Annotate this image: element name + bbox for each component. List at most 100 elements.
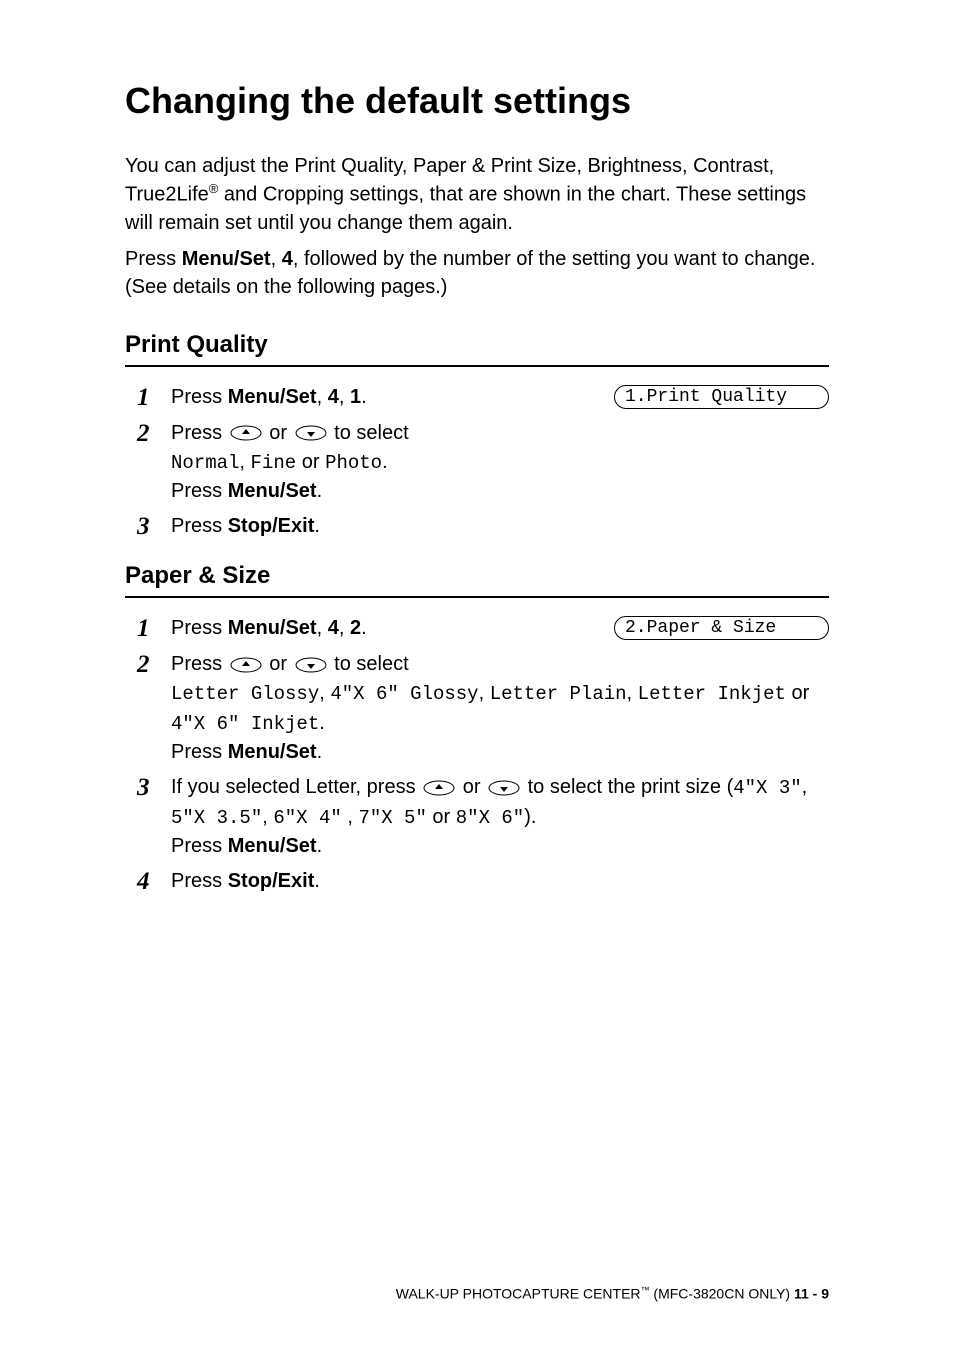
section-title-print-quality: Print Quality xyxy=(125,331,829,359)
step-text: . xyxy=(317,835,323,857)
registered-mark: ® xyxy=(209,181,219,196)
option-letter-inkjet: Letter Inkjet xyxy=(638,683,786,705)
step-number: 1 xyxy=(137,383,171,413)
step-body: Press or to select Normal, Fine or Photo… xyxy=(171,419,829,507)
steps-paper-size: 1 Press Menu/Set, 4, 2. 2 Press or to se… xyxy=(125,614,829,897)
intro-text: Press xyxy=(125,248,182,270)
intro-paragraph-2: Press Menu/Set, 4, followed by the numbe… xyxy=(125,245,829,301)
size-7x5: 7"X 5" xyxy=(358,807,426,829)
key-1: 1 xyxy=(350,386,361,408)
list-item: 3 Press Stop/Exit. xyxy=(137,512,829,542)
step-number: 4 xyxy=(137,867,171,897)
key-4: 4 xyxy=(282,248,293,270)
size-5x35: 5"X 3.5" xyxy=(171,807,262,829)
size-6x4: 6"X 4" xyxy=(273,807,341,829)
option-4x6-inkjet: 4"X 6" Inkjet xyxy=(171,713,319,735)
option-4x6-glossy: 4"X 6" Glossy xyxy=(330,683,478,705)
option-normal: Normal xyxy=(171,452,239,474)
menu-set-label: Menu/Set xyxy=(228,835,317,857)
menu-set-label: Menu/Set xyxy=(228,480,317,502)
page-title: Changing the default settings xyxy=(125,80,829,122)
menu-set-label: Menu/Set xyxy=(228,386,317,408)
step-text: . xyxy=(361,386,367,408)
option-photo: Photo xyxy=(325,452,382,474)
step-text: or xyxy=(264,653,293,675)
step-text: , xyxy=(262,806,273,828)
list-item: 3 If you selected Letter, press or to se… xyxy=(137,773,829,861)
print-quality-section: 1.Print Quality 1 Press Menu/Set, 4, 1. … xyxy=(125,383,829,543)
size-8x6: 8"X 6" xyxy=(456,807,524,829)
step-text: , xyxy=(627,682,638,704)
intro-paragraph-1: You can adjust the Print Quality, Paper … xyxy=(125,152,829,237)
step-text: , xyxy=(342,806,359,828)
step-text: , xyxy=(319,682,330,704)
key-2: 2 xyxy=(350,617,361,639)
step-text: or xyxy=(457,776,486,798)
trademark-symbol: ™ xyxy=(641,1285,650,1295)
step-text: or xyxy=(427,806,456,828)
step-text: . xyxy=(314,515,320,537)
step-text: or xyxy=(786,682,809,704)
option-letter-glossy: Letter Glossy xyxy=(171,683,319,705)
step-text: . xyxy=(314,870,320,892)
step-text: to select xyxy=(329,422,409,444)
step-text: or xyxy=(296,451,325,473)
step-text: , xyxy=(339,386,350,408)
step-text: Press xyxy=(171,835,228,857)
step-text: ). xyxy=(524,806,536,828)
option-fine: Fine xyxy=(251,452,297,474)
page-number: 11 - 9 xyxy=(794,1286,829,1302)
step-text: Press xyxy=(171,480,228,502)
step-text: Press xyxy=(171,617,228,639)
section-divider xyxy=(125,596,829,598)
step-text: . xyxy=(319,712,325,734)
up-arrow-icon xyxy=(230,425,262,441)
step-text: , xyxy=(479,682,490,704)
lcd-display-2: 2.Paper & Size xyxy=(614,616,829,640)
size-4x3: 4"X 3" xyxy=(733,777,801,799)
step-number: 2 xyxy=(137,419,171,449)
step-text: . xyxy=(317,741,323,763)
step-text: Press xyxy=(171,515,228,537)
key-4: 4 xyxy=(328,386,339,408)
down-arrow-icon xyxy=(295,425,327,441)
section-title-paper-size: Paper & Size xyxy=(125,562,829,590)
step-text: , xyxy=(339,617,350,639)
step-text: , xyxy=(239,451,250,473)
step-text: . xyxy=(382,451,388,473)
step-body: Press Stop/Exit. xyxy=(171,512,829,541)
lcd-display-1: 1.Print Quality xyxy=(614,385,829,409)
intro-text: and Cropping settings, that are shown in… xyxy=(125,184,806,234)
footer-text: (MFC-3820CN ONLY) xyxy=(650,1286,794,1302)
stop-exit-label: Stop/Exit xyxy=(228,515,315,537)
step-text: If you selected Letter, press xyxy=(171,776,421,798)
step-text: or xyxy=(264,422,293,444)
menu-set-label: Menu/Set xyxy=(228,741,317,763)
list-item: 4 Press Stop/Exit. xyxy=(137,867,829,897)
step-text: Press xyxy=(171,422,228,444)
step-text: Press xyxy=(171,386,228,408)
paper-size-section: 2.Paper & Size 1 Press Menu/Set, 4, 2. 2… xyxy=(125,614,829,897)
step-body: Press Stop/Exit. xyxy=(171,867,829,896)
step-number: 2 xyxy=(137,650,171,680)
step-number: 3 xyxy=(137,773,171,803)
down-arrow-icon xyxy=(295,657,327,673)
step-number: 3 xyxy=(137,512,171,542)
up-arrow-icon xyxy=(423,780,455,796)
list-item: 2 Press or to select Letter Glossy, 4"X … xyxy=(137,650,829,767)
option-letter-plain: Letter Plain xyxy=(490,683,627,705)
step-text: , xyxy=(802,776,808,798)
footer-text: WALK-UP PHOTOCAPTURE CENTER xyxy=(396,1286,641,1302)
step-number: 1 xyxy=(137,614,171,644)
key-4: 4 xyxy=(328,617,339,639)
up-arrow-icon xyxy=(230,657,262,673)
section-divider xyxy=(125,365,829,367)
menu-set-label: Menu/Set xyxy=(182,248,271,270)
step-text: , xyxy=(317,386,328,408)
step-text: . xyxy=(361,617,367,639)
step-text: . xyxy=(317,480,323,502)
step-text: , xyxy=(317,617,328,639)
stop-exit-label: Stop/Exit xyxy=(228,870,315,892)
step-body: If you selected Letter, press or to sele… xyxy=(171,773,829,861)
step-body: Press or to select Letter Glossy, 4"X 6"… xyxy=(171,650,829,767)
